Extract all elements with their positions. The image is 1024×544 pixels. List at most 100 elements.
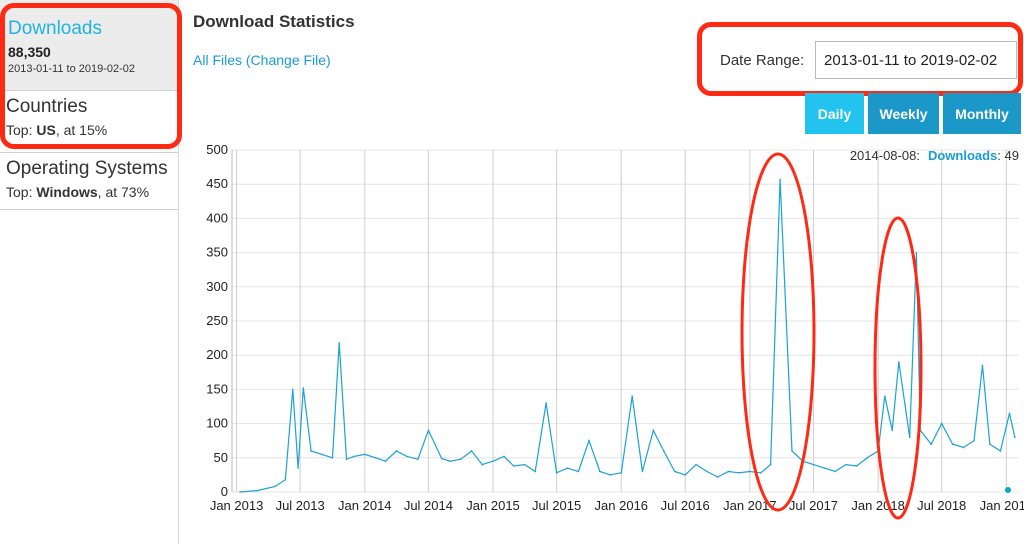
data-point <box>883 395 886 398</box>
data-point <box>989 443 991 445</box>
y-tick-label: 150 <box>206 381 228 396</box>
data-point <box>769 463 772 466</box>
y-tick-label: 300 <box>206 279 228 294</box>
data-point <box>834 470 837 473</box>
data-point <box>284 478 287 481</box>
data-point <box>427 429 430 432</box>
data-point <box>749 470 751 473</box>
data-point <box>588 439 590 442</box>
data-point <box>256 489 259 492</box>
data-point <box>331 457 334 459</box>
x-tick-label: Jul 2018 <box>917 498 966 513</box>
x-tick-label: Jan 2019 <box>980 498 1024 513</box>
y-tick-label: 100 <box>206 416 228 431</box>
data-point <box>673 470 676 473</box>
data-point <box>440 457 443 460</box>
data-point <box>823 467 826 469</box>
x-tick-label: Jan 2018 <box>851 498 905 513</box>
y-tick-label: 450 <box>206 176 228 191</box>
data-point <box>684 474 687 476</box>
data-point <box>297 467 299 469</box>
y-tick-label: 400 <box>206 210 228 225</box>
data-point <box>940 422 943 425</box>
data-point <box>395 450 398 452</box>
data-point <box>566 467 569 469</box>
data-point <box>999 450 1002 452</box>
data-point <box>345 458 348 460</box>
series-layer <box>239 178 1016 493</box>
tooltip-series: Downloads <box>928 148 997 163</box>
x-tick-label: Jul 2015 <box>532 498 581 513</box>
x-tick-label: Jan 2016 <box>595 498 649 513</box>
data-point <box>534 470 537 473</box>
data-point <box>962 446 965 449</box>
data-point <box>274 485 276 488</box>
data-point <box>981 364 984 367</box>
y-tick-label: 0 <box>221 484 228 499</box>
data-point <box>310 450 312 452</box>
data-point <box>512 465 515 467</box>
data-point <box>384 460 387 463</box>
x-tick-label: Jan 2015 <box>466 498 520 513</box>
data-point <box>930 443 932 445</box>
data-point <box>631 395 633 398</box>
data-point <box>302 387 305 389</box>
data-point <box>470 450 473 452</box>
data-point <box>321 453 323 456</box>
data-point <box>555 472 558 474</box>
data-point <box>759 472 762 474</box>
tooltip-colon: : <box>997 148 1004 163</box>
x-tick-label: Jul 2017 <box>789 498 838 513</box>
data-point <box>891 429 893 432</box>
data-point <box>652 429 655 432</box>
data-point <box>844 463 847 466</box>
x-tick-label: Jul 2014 <box>404 498 453 513</box>
data-point <box>738 472 740 474</box>
data-point <box>291 388 294 391</box>
hover-point <box>1005 487 1011 493</box>
data-point <box>545 402 547 404</box>
data-point <box>866 457 869 459</box>
data-point <box>364 453 366 456</box>
y-tick-label: 50 <box>214 450 228 465</box>
data-point <box>353 455 355 458</box>
data-point <box>641 470 644 473</box>
downloads-chart: 050100150200250300350400450500 Jan 2013 J… <box>206 142 1024 520</box>
data-point <box>609 474 612 476</box>
data-point <box>662 450 665 452</box>
data-point <box>406 455 408 458</box>
y-tick-label: 350 <box>206 245 228 260</box>
data-point <box>1008 412 1011 415</box>
y-tick-label: 250 <box>206 313 228 328</box>
data-point <box>812 463 815 466</box>
data-point <box>951 443 954 445</box>
data-point <box>915 251 918 254</box>
data-point <box>716 476 719 478</box>
x-tick-label: Jan 2013 <box>210 498 264 513</box>
data-point <box>599 470 601 473</box>
data-point <box>577 470 580 473</box>
data-point <box>779 178 781 181</box>
data-point <box>727 470 730 473</box>
series-line-downloads <box>240 179 1016 493</box>
data-point <box>706 470 708 473</box>
data-point <box>459 458 462 460</box>
data-point <box>449 460 451 463</box>
hover-tooltip: 2014-08-08: Downloads: 49 <box>850 148 1019 163</box>
data-point <box>481 463 483 466</box>
y-axis-labels: 0 50 100 150 200 250 300 350 400 450 500 <box>206 142 228 499</box>
data-point <box>898 361 900 363</box>
x-axis-labels: Jan 2013 Jul 2013 Jan 2014 Jul 2014 Jan 2015… <box>210 498 1024 513</box>
spike-highlight-ellipse-1 <box>740 152 816 512</box>
data-point <box>417 458 419 460</box>
x-tick-label: Jul 2016 <box>661 498 710 513</box>
tooltip-value: 49 <box>1005 148 1019 163</box>
data-point <box>374 457 377 459</box>
data-point <box>338 342 340 344</box>
y-tick-label: 500 <box>206 142 228 157</box>
tooltip-date: 2014-08-08: <box>850 148 920 163</box>
x-tick-label: Jul 2013 <box>276 498 325 513</box>
data-point <box>1013 436 1016 439</box>
data-point <box>492 460 494 463</box>
data-point <box>239 491 241 493</box>
